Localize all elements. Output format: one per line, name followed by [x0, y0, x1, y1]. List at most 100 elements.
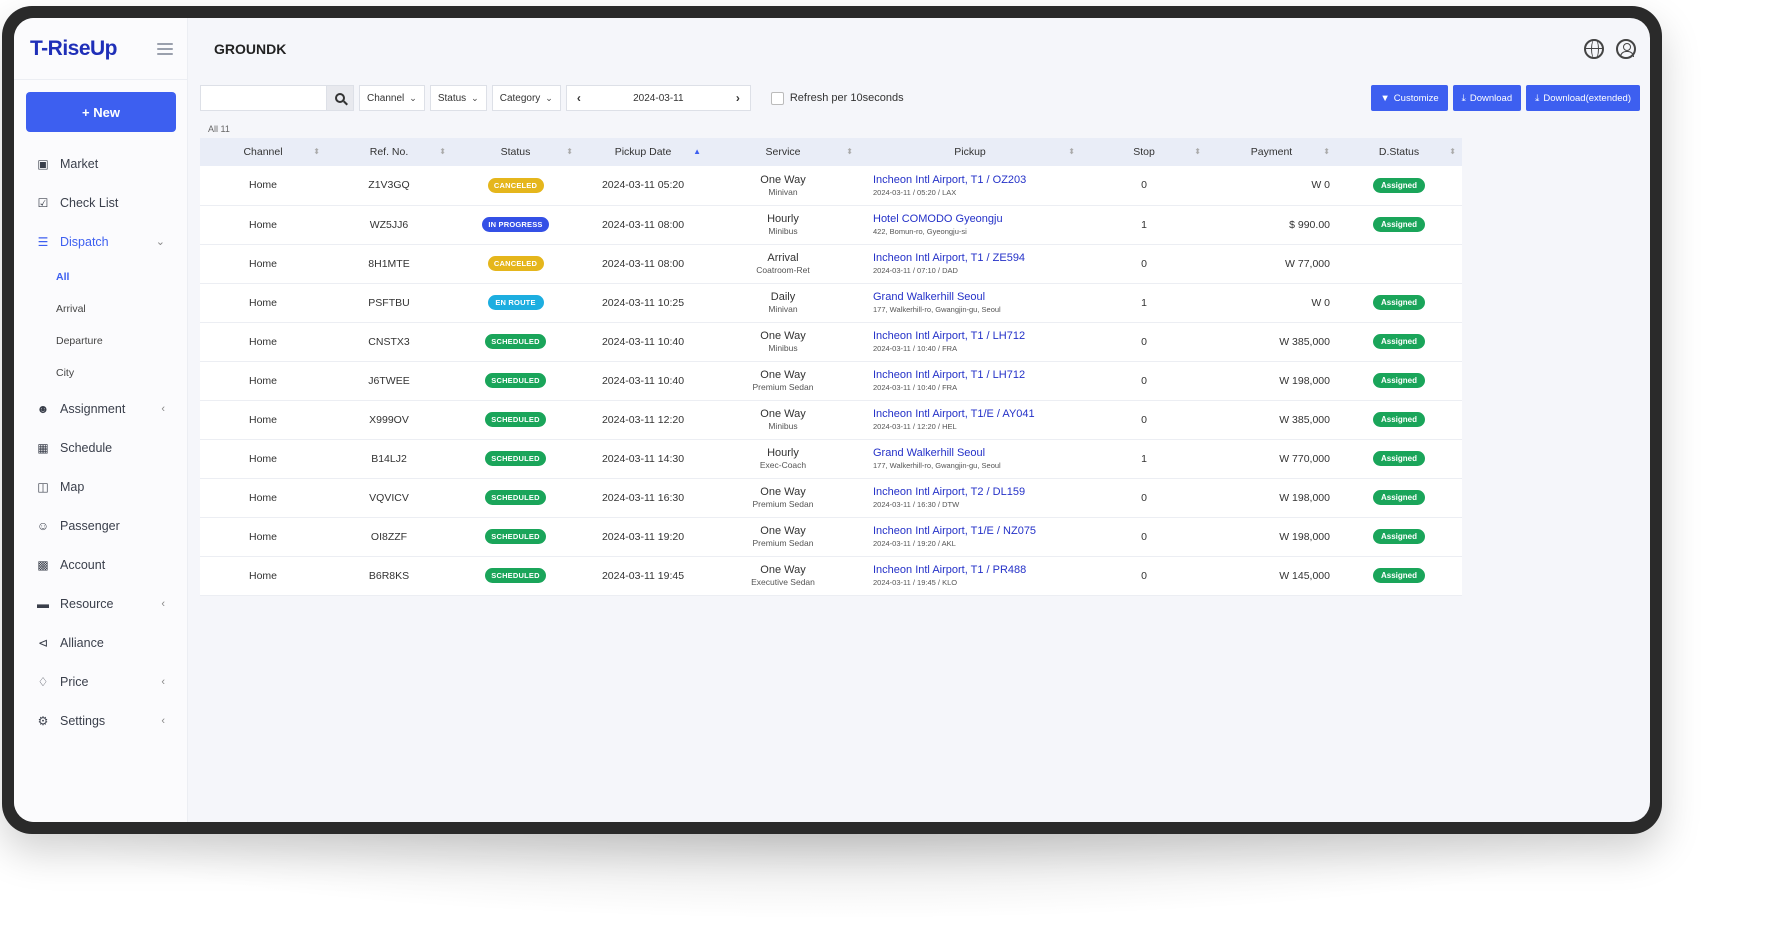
ref-cell[interactable]: CNSTX3 [368, 336, 409, 348]
sort-icon[interactable]: ⬍ [1323, 147, 1330, 156]
globe-icon[interactable] [1584, 39, 1604, 59]
column-header[interactable]: Channel ⬍ [200, 138, 326, 166]
pickup-link[interactable]: Incheon Intl Airport, T1 / ZE594 [873, 252, 1081, 264]
sidebar-item-resource[interactable]: ▬ Resource ‹ [14, 584, 187, 623]
ref-cell[interactable]: Z1V3GQ [368, 179, 409, 191]
pickup-link[interactable]: Incheon Intl Airport, T1/E / NZ075 [873, 525, 1081, 537]
sort-icon[interactable]: ⬍ [1068, 147, 1075, 156]
prev-date-icon[interactable]: ‹ [567, 91, 591, 105]
pickup-detail: 177, Walkerhill-ro, Gwangjin-gu, Seoul [873, 461, 1001, 470]
ref-cell[interactable]: WZ5JJ6 [370, 219, 409, 231]
sidebar-item-check-list[interactable]: ☑ Check List [14, 183, 187, 222]
stop-cell: 0 [1141, 530, 1147, 543]
app-logo[interactable]: T-RiseUp [30, 37, 118, 61]
sidebar-item-map[interactable]: ◫ Map [14, 467, 187, 506]
sidebar-item-alliance[interactable]: ⊲ Alliance [14, 623, 187, 662]
pickup-date-cell: 2024-03-11 19:45 [601, 569, 685, 582]
device-frame: T-RiseUp + New ▣ Market ☑ Check List ☰ Disp… [2, 6, 1662, 834]
column-header[interactable]: Pickup Date ▲ [579, 138, 707, 166]
sidebar-item-account[interactable]: ▩ Account [14, 545, 187, 584]
column-header[interactable]: Pickup ⬍ [859, 138, 1081, 166]
table-row[interactable]: Home OI8ZZF SCHEDULED 2024-03-11 19:20 One W… [200, 517, 1462, 556]
column-header[interactable]: Status ⬍ [452, 138, 579, 166]
table-row[interactable]: Home B6R8KS SCHEDULED 2024-03-11 19:45 One W… [200, 556, 1462, 595]
table-row[interactable]: Home J6TWEE SCHEDULED 2024-03-11 10:40 One W… [200, 361, 1462, 400]
pickup-link[interactable]: Hotel COMODO Gyeongju [873, 213, 1081, 225]
stop-cell: 0 [1141, 257, 1147, 270]
sidebar-item-assignment[interactable]: ☻ Assignment ‹ [14, 389, 187, 428]
sidebar-sub-departure[interactable]: Departure [14, 325, 187, 357]
sort-icon[interactable]: ⬍ [566, 147, 573, 156]
pickup-link[interactable]: Incheon Intl Airport, T1 / LH712 [873, 369, 1081, 381]
ref-cell[interactable]: B6R8KS [369, 570, 409, 582]
refresh-checkbox[interactable] [770, 91, 784, 105]
ref-cell[interactable]: 8H1MTE [368, 258, 409, 270]
pickup-link[interactable]: Grand Walkerhill Seoul [873, 447, 1081, 459]
search-input[interactable] [200, 85, 326, 111]
status-dropdown[interactable]: Status ⌄ [429, 85, 487, 111]
dispatch-status-badge: Assigned [1372, 529, 1425, 544]
ref-cell[interactable]: VQVICV [369, 492, 409, 504]
search-button[interactable] [326, 85, 354, 111]
sidebar-sub-city[interactable]: City [14, 357, 187, 389]
status-badge: SCHEDULED [485, 373, 546, 388]
status-badge: CANCELED [487, 177, 544, 193]
user-icon[interactable] [1616, 39, 1636, 59]
ref-cell[interactable]: PSFTBU [368, 297, 409, 309]
customize-button[interactable]: ▼ Customize [1371, 85, 1448, 111]
building-icon: ▩ [37, 557, 49, 572]
sort-icon[interactable]: ⬍ [313, 147, 320, 156]
sort-icon[interactable]: ⬍ [846, 147, 853, 156]
table-row[interactable]: Home X999OV SCHEDULED 2024-03-11 12:20 One W… [200, 400, 1462, 439]
download-button[interactable]: ⤓ Download [1452, 85, 1522, 111]
sort-icon[interactable]: ⬍ [1449, 147, 1456, 156]
pickup-link[interactable]: Incheon Intl Airport, T1 / LH712 [873, 330, 1081, 342]
sidebar-item-schedule[interactable]: ▦ Schedule [14, 428, 187, 467]
pickup-link[interactable]: Grand Walkerhill Seoul [873, 291, 1081, 303]
column-header[interactable]: Stop ⬍ [1081, 138, 1207, 166]
service-type: One Way [760, 173, 806, 186]
dispatch-status-badge: Assigned [1372, 334, 1425, 349]
sidebar-sub-arrival[interactable]: Arrival [14, 293, 187, 325]
sidebar-item-settings[interactable]: ⚙ Settings ‹ [14, 701, 187, 740]
ref-cell[interactable]: J6TWEE [368, 375, 409, 387]
table-row[interactable]: Home Z1V3GQ CANCELED 2024-03-11 05:20 One Wa… [200, 166, 1462, 205]
pickup-link[interactable]: Incheon Intl Airport, T1/E / AY041 [873, 408, 1081, 420]
column-header[interactable]: Service ⬍ [707, 138, 859, 166]
pickup-link[interactable]: Incheon Intl Airport, T1 / OZ203 [873, 174, 1081, 186]
new-button[interactable]: + New [26, 92, 176, 132]
table-row[interactable]: Home 8H1MTE CANCELED 2024-03-11 08:00 Arriva… [200, 244, 1462, 283]
date-field[interactable]: 2024-03-11 [591, 93, 726, 104]
service-type: Hourly [767, 447, 799, 459]
sort-icon[interactable]: ⬍ [439, 147, 446, 156]
sidebar-item-dispatch[interactable]: ☰ Dispatch ⌄ [14, 222, 187, 261]
payment-cell: W 385,000 [1279, 413, 1330, 426]
sort-icon[interactable]: ⬍ [1194, 147, 1201, 156]
ref-cell[interactable]: B14LJ2 [371, 453, 407, 465]
channel-dropdown[interactable]: Channel ⌄ [359, 85, 425, 111]
hamburger-menu-icon[interactable] [157, 42, 173, 55]
sidebar-item-passenger[interactable]: ☺ Passenger [14, 506, 187, 545]
table-row[interactable]: Home VQVICV SCHEDULED 2024-03-11 16:30 One W… [200, 478, 1462, 517]
service-type: One Way [760, 369, 806, 381]
download-extended-button[interactable]: ⤓ Download(extended) [1526, 85, 1640, 111]
sort-asc-icon[interactable]: ▲ [693, 147, 701, 156]
table-row[interactable]: Home CNSTX3 SCHEDULED 2024-03-11 10:40 One W… [200, 322, 1462, 361]
column-header[interactable]: Payment ⬍ [1207, 138, 1336, 166]
pickup-date-cell: 2024-03-11 12:20 [601, 413, 685, 426]
pickup-detail: 2024-03-11 / 10:40 / FRA [873, 344, 958, 353]
sidebar-sub-all[interactable]: All [14, 261, 187, 293]
column-header[interactable]: Ref. No. ⬍ [326, 138, 452, 166]
sidebar-item-market[interactable]: ▣ Market [14, 144, 187, 183]
pickup-link[interactable]: Incheon Intl Airport, T2 / DL159 [873, 486, 1081, 498]
next-date-icon[interactable]: › [726, 91, 750, 105]
pickup-link[interactable]: Incheon Intl Airport, T1 / PR488 [873, 564, 1081, 576]
ref-cell[interactable]: OI8ZZF [371, 531, 407, 543]
category-dropdown[interactable]: Category ⌄ [491, 85, 561, 111]
table-row[interactable]: Home B14LJ2 SCHEDULED 2024-03-11 14:30 Hourl… [200, 439, 1462, 478]
table-row[interactable]: Home PSFTBU EN ROUTE 2024-03-11 10:25 Daily M… [200, 283, 1462, 322]
ref-cell[interactable]: X999OV [369, 414, 409, 426]
table-row[interactable]: Home WZ5JJ6 IN PROGRESS 2024-03-11 08:00 Hou… [200, 205, 1462, 244]
column-header[interactable]: D.Status ⬍ [1336, 138, 1462, 166]
sidebar-item-price[interactable]: ♢ Price ‹ [14, 662, 187, 701]
